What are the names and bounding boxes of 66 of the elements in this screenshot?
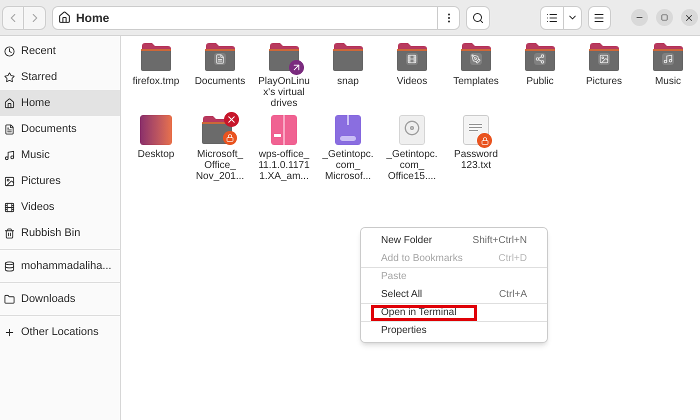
sidebar-item[interactable]: Music — [0, 142, 120, 168]
sidebar-item[interactable]: Starred — [0, 64, 120, 90]
folder-icon — [460, 42, 492, 72]
star-icon — [4, 72, 15, 82]
menu-item[interactable]: Properties — [361, 321, 547, 339]
location-label: Home — [76, 10, 110, 26]
clock-icon — [4, 46, 15, 56]
picture-icon — [4, 176, 15, 186]
folder-icon — [204, 42, 236, 72]
file-name[interactable]: _Getintopc. com_ Office15.... — [386, 149, 438, 182]
drive-icon — [4, 260, 15, 272]
sidebar-item[interactable]: Downloads — [0, 286, 120, 312]
home-icon — [4, 98, 15, 108]
file-name[interactable]: Public — [526, 76, 554, 87]
maximize-button[interactable] — [656, 9, 673, 26]
document-icon — [4, 124, 15, 134]
desktop-folder-icon — [140, 115, 172, 145]
home-icon — [58, 11, 71, 24]
close-button[interactable] — [680, 9, 698, 26]
file-name[interactable]: Desktop — [138, 149, 174, 160]
file-name[interactable]: Music — [654, 76, 682, 87]
sidebar-item[interactable]: mohammadaliha... — [0, 253, 120, 279]
file-name[interactable]: Pictures — [586, 76, 622, 87]
menu-button[interactable] — [588, 6, 611, 30]
file-name[interactable]: PlayOnLinu x's virtual drives — [258, 76, 310, 109]
sidebar-item[interactable]: Recent — [0, 38, 120, 64]
file-name[interactable]: Password 123.txt — [454, 149, 498, 171]
file-name[interactable]: Microsoft_ Office_ Nov_201... — [196, 149, 244, 182]
sidebar-item[interactable]: Videos — [0, 194, 120, 220]
folder-icon — [140, 42, 172, 72]
folder-icon — [652, 42, 684, 72]
disc-image-icon — [399, 115, 425, 145]
film-icon — [4, 202, 15, 212]
close-icon — [684, 12, 694, 22]
folder-icon — [332, 42, 364, 72]
locked-folder-icon — [201, 112, 239, 145]
search-button[interactable] — [466, 6, 490, 30]
file-name[interactable]: firefox.tmp — [132, 76, 180, 87]
menu-item[interactable]: Select All Ctrl+A — [361, 285, 547, 303]
search-icon — [472, 12, 484, 24]
file-name[interactable]: Videos — [396, 76, 428, 87]
package-icon — [271, 115, 297, 145]
sidebar-item[interactable]: Other Locations — [0, 319, 120, 345]
file-name[interactable]: snap — [337, 76, 359, 87]
archive-icon — [335, 115, 361, 145]
music-icon — [4, 150, 15, 160]
sidebar-item[interactable]: Documents — [0, 116, 120, 142]
folder-icon — [524, 42, 556, 72]
folder-icon — [396, 42, 428, 72]
file-name[interactable]: Templates — [453, 76, 499, 87]
locked-text-file-icon — [463, 115, 489, 145]
menu-icon — [593, 12, 606, 24]
list-view-button[interactable] — [540, 6, 564, 30]
file-name[interactable]: Documents — [194, 76, 246, 87]
sidebar-item[interactable]: Pictures — [0, 168, 120, 194]
folder-icon — [4, 294, 15, 304]
sidebar-item[interactable]: Home — [0, 90, 120, 116]
plus-icon — [4, 326, 15, 338]
maximize-icon — [660, 14, 668, 21]
menu-item[interactable]: New Folder Shift+Ctrl+N — [361, 231, 547, 249]
trash-icon — [4, 228, 15, 238]
folder-icon — [588, 42, 620, 72]
sidebar-item[interactable]: Rubbish Bin — [0, 220, 120, 246]
file-name[interactable]: wps-office_ 11.1.0.1171 1.XA_am... — [258, 149, 310, 182]
path-bar[interactable]: Home — [52, 6, 460, 30]
file-name[interactable]: _Getintopc. com_ Microsof... — [322, 149, 374, 182]
